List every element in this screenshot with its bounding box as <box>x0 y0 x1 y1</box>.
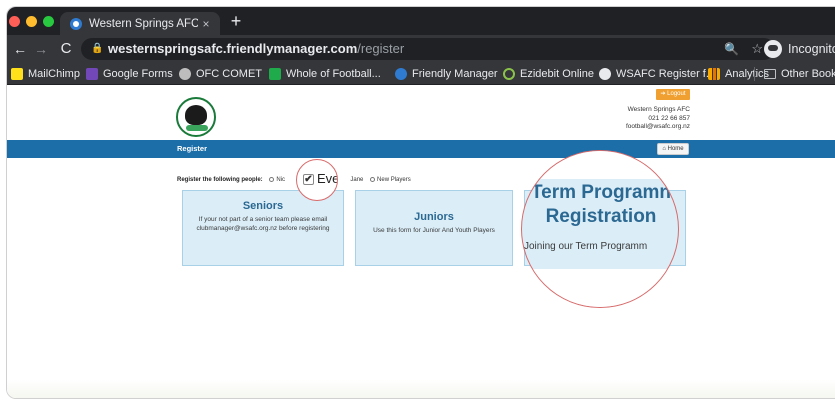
web-page: ➔ Logout Western Springs AFC 021 22 66 8… <box>7 86 835 398</box>
club-phone: 021 22 66 857 <box>648 114 690 122</box>
person-nic-label[interactable]: Nic <box>276 177 285 183</box>
browser-toolbar: ← → C 🔒 westernspringsafc.friendlymanage… <box>7 35 835 63</box>
eve-label[interactable]: Eve <box>317 171 337 186</box>
tab-western-springs[interactable]: Western Springs AFC | Registe × <box>60 12 220 35</box>
friendly-manager-favicon-icon <box>70 17 82 30</box>
person-nic-radio[interactable] <box>269 176 275 182</box>
bookmark-star-icon[interactable]: ☆ <box>751 38 763 60</box>
zoom-icon[interactable]: 🔍 <box>724 38 739 60</box>
juniors-title: Juniors <box>414 211 454 223</box>
page-title: Register <box>177 144 208 153</box>
bookmark-other-bookmarks[interactable]: Other Bookma <box>764 63 835 85</box>
tab-title: Western Springs AFC | Registe <box>89 17 198 30</box>
term-programme-description: Joining our Term Programm <box>524 241 648 252</box>
browser-window: Western Springs AFC | Registe × + ← → C … <box>6 6 835 399</box>
club-email: football@wsafc.org.nz <box>625 123 690 130</box>
page-bottom-fade <box>7 380 835 398</box>
tab-strip: Western Springs AFC | Registe × + <box>7 7 835 35</box>
google-forms-icon <box>86 68 98 80</box>
url-text[interactable]: westernspringsafc.friendlymanager.com/re… <box>108 38 404 60</box>
new-players-radio[interactable] <box>370 176 376 182</box>
juniors-card[interactable]: Juniors Use this form for Junior And You… <box>355 190 513 266</box>
seniors-title: Seniors <box>242 200 284 212</box>
url-host: westernspringsafc.friendlymanager.com <box>108 41 358 56</box>
seniors-card[interactable]: Seniors If your not part of a senior tea… <box>182 190 344 266</box>
address-bar[interactable]: 🔒 westernspringsafc.friendlymanager.com/… <box>81 38 775 60</box>
screenshot-frame: Western Springs AFC | Registe × + ← → C … <box>0 0 835 405</box>
wsafc-icon <box>599 68 611 80</box>
new-tab-button[interactable]: + <box>227 11 245 31</box>
new-players-label[interactable]: New Players <box>377 177 411 183</box>
folder-icon <box>764 69 776 79</box>
url-path: /register <box>357 41 405 56</box>
bookmark-ofc-comet[interactable]: OFC COMET <box>179 63 262 85</box>
term-programme-title: Term Programn Registration <box>530 182 672 227</box>
ofc-comet-icon <box>179 68 191 80</box>
maximize-window-button[interactable] <box>43 16 54 27</box>
bookmark-analytics[interactable]: Analytics <box>708 63 769 85</box>
incognito-avatar-icon[interactable] <box>764 40 782 58</box>
minimize-window-button[interactable] <box>26 16 37 27</box>
bookmark-wsafc-register[interactable]: WSAFC Register f... <box>599 63 715 85</box>
seniors-description: If your not part of a senior team please… <box>196 216 330 232</box>
club-logo[interactable] <box>176 97 216 137</box>
bookmark-whole-of-football[interactable]: Whole of Football... <box>269 63 381 85</box>
tab-close-icon[interactable]: × <box>198 17 214 31</box>
incognito-label[interactable]: Incognito <box>788 35 835 63</box>
bookmark-ezidebit[interactable]: Ezidebit Online <box>503 63 594 85</box>
eve-checkbox-magnifier[interactable]: ✔ Eve <box>296 159 338 201</box>
lock-icon[interactable]: 🔒 <box>91 43 103 55</box>
club-info: Western Springs AFC 021 22 66 857 footba… <box>567 106 690 132</box>
bookmarks-bar: MailChimp Google Forms OFC COMET Whole o… <box>7 63 835 85</box>
forward-button[interactable]: → <box>32 39 50 59</box>
bookmark-google-forms[interactable]: Google Forms <box>86 63 173 85</box>
close-window-button[interactable] <box>9 16 20 27</box>
bookmark-friendly-manager[interactable]: Friendly Manager <box>395 63 498 85</box>
friendly-manager-icon <box>395 68 407 80</box>
mailchimp-icon <box>11 68 23 80</box>
logout-button[interactable]: ➔ Logout <box>656 89 690 100</box>
analytics-icon <box>708 68 720 80</box>
back-button[interactable]: ← <box>11 39 29 59</box>
term-programme-magnifier[interactable]: Term Programn Registration Joining our T… <box>521 150 679 308</box>
page-header-bar: Register ⌂ Home <box>7 140 835 158</box>
magnifier-white-bottom <box>522 269 678 307</box>
bookmarks-separator <box>754 67 755 81</box>
eve-checkbox[interactable]: ✔ <box>303 174 314 185</box>
ezidebit-icon <box>503 68 515 80</box>
magnifier-white-top <box>522 151 678 179</box>
club-name: Western Springs AFC <box>627 106 690 113</box>
reload-button[interactable]: C <box>57 39 75 59</box>
person-jane-label[interactable]: Jane <box>350 177 363 183</box>
register-people-row: Register the following people: Nic Jane … <box>177 174 411 186</box>
register-label: Register the following people: <box>177 177 263 183</box>
whole-of-football-icon <box>269 68 281 80</box>
bookmark-mailchimp[interactable]: MailChimp <box>11 63 80 85</box>
juniors-description: Use this form for Junior And Youth Playe… <box>373 227 495 234</box>
